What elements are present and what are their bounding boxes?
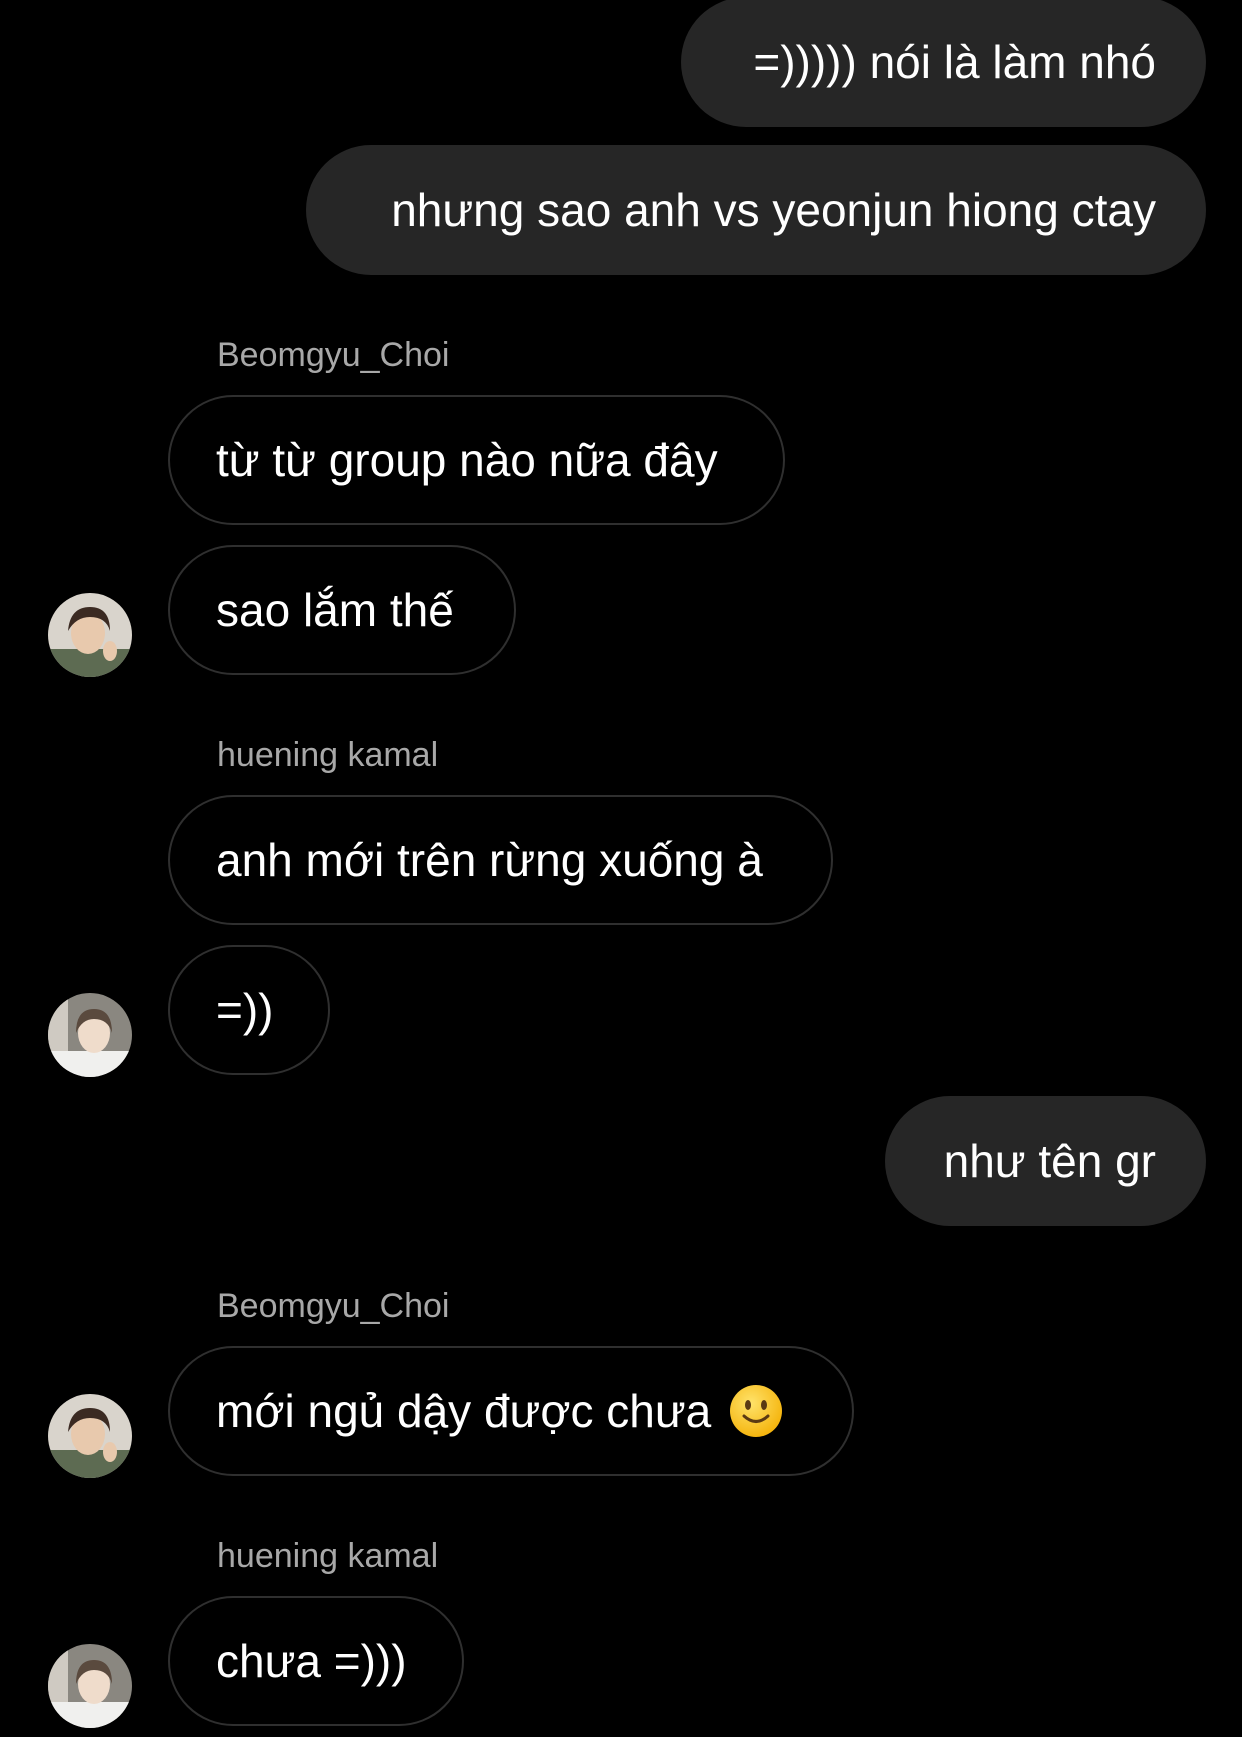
message-text: từ từ group nào nữa đây [216, 434, 718, 486]
message-text: =)) [216, 984, 274, 1036]
message-text: như tên gr [943, 1135, 1156, 1187]
incoming-message-bubble[interactable]: từ từ group nào nữa đây [168, 395, 785, 525]
huening-avatar[interactable] [48, 993, 132, 1077]
outgoing-message-bubble[interactable]: nhưng sao anh vs yeonjun hiong ctay [306, 145, 1206, 275]
outgoing-message-bubble[interactable]: như tên gr [885, 1096, 1206, 1226]
message-text: mới ngủ dậy được chưa [216, 1385, 712, 1437]
huening-avatar-image [48, 993, 132, 1077]
incoming-message-bubble[interactable]: =)) [168, 945, 330, 1075]
sender-name: Beomgyu_Choi [217, 1287, 450, 1325]
message-text: sao lắm thế [216, 584, 454, 636]
slightly-smiling-face-icon [729, 1384, 783, 1438]
beomgyu-avatar[interactable] [48, 1394, 132, 1478]
incoming-message-bubble[interactable]: chưa =))) [168, 1596, 464, 1726]
outgoing-message-bubble[interactable]: =))))) nói là làm nhó [681, 0, 1206, 127]
message-text: =))))) nói là làm nhó [753, 36, 1156, 88]
huening-avatar[interactable] [48, 1644, 132, 1728]
huening-avatar-image [48, 1644, 132, 1728]
incoming-message-bubble[interactable]: sao lắm thế [168, 545, 516, 675]
beomgyu-avatar-image [48, 593, 132, 677]
sender-name: huening kamal [217, 736, 439, 774]
incoming-message-bubble[interactable]: mới ngủ dậy được chưa [168, 1346, 854, 1476]
incoming-message-bubble[interactable]: anh mới trên rừng xuống à [168, 795, 833, 925]
sender-name: huening kamal [217, 1537, 439, 1575]
beomgyu-avatar-image [48, 1394, 132, 1478]
message-text: nhưng sao anh vs yeonjun hiong ctay [391, 184, 1156, 236]
message-text: anh mới trên rừng xuống à [216, 834, 763, 886]
sender-name: Beomgyu_Choi [217, 336, 450, 374]
beomgyu-avatar[interactable] [48, 593, 132, 677]
message-text: chưa =))) [216, 1635, 407, 1687]
